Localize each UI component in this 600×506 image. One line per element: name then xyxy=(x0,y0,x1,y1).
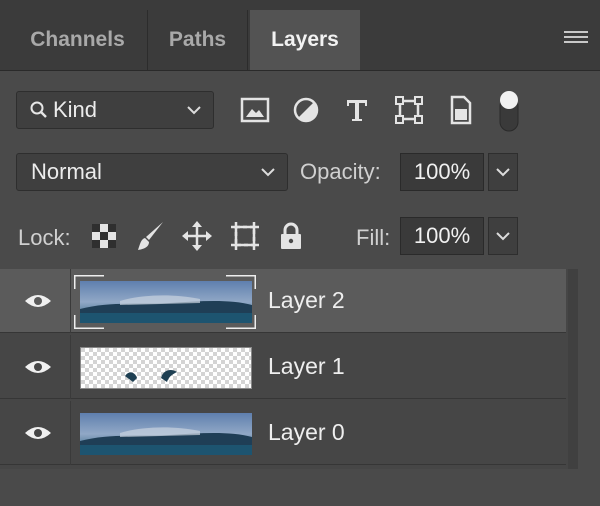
shape-filter-icon[interactable] xyxy=(392,93,426,127)
layers-panel: Kind Normal Opacity: 100% Lock: Fill: 10… xyxy=(0,71,600,506)
layers-scrollbar[interactable] xyxy=(568,269,578,469)
chevron-down-icon xyxy=(496,168,510,177)
row-divider xyxy=(70,269,71,333)
lock-transparent-pixels-icon[interactable] xyxy=(87,217,121,255)
search-icon xyxy=(30,101,47,118)
layer-thumbnail xyxy=(80,347,252,389)
lock-image-pixels-icon[interactable] xyxy=(134,217,168,255)
fill-slider-button[interactable] xyxy=(488,217,518,255)
layer-row[interactable]: Layer 0 xyxy=(0,401,566,465)
adjustment-filter-icon[interactable] xyxy=(289,93,323,127)
panel-menu-icon[interactable] xyxy=(564,31,588,49)
fill-label: Fill: xyxy=(356,225,391,250)
fill-input[interactable]: 100% xyxy=(400,217,484,255)
visibility-eye-icon[interactable] xyxy=(18,419,58,447)
blend-mode-label: Normal xyxy=(31,159,102,184)
layer-row[interactable]: Layer 2 xyxy=(0,269,566,333)
visibility-eye-icon[interactable] xyxy=(18,287,58,315)
chevron-down-icon xyxy=(187,106,201,115)
opacity-label: Opacity: xyxy=(300,159,381,184)
visibility-eye-icon[interactable] xyxy=(18,353,58,381)
image-filter-icon[interactable] xyxy=(238,93,272,127)
opacity-slider-button[interactable] xyxy=(488,153,518,191)
layers-list: Layer 2 Layer 1 Layer 0 xyxy=(0,269,568,469)
lock-label: Lock: xyxy=(18,225,71,250)
filter-toggle-switch[interactable] xyxy=(497,89,521,133)
layer-thumbnail xyxy=(80,413,252,455)
row-divider xyxy=(70,401,71,465)
type-filter-icon[interactable] xyxy=(340,93,374,127)
chevron-down-icon xyxy=(496,232,510,241)
lock-artboard-icon[interactable] xyxy=(228,217,262,255)
tab-paths[interactable]: Paths xyxy=(148,10,248,70)
lock-position-icon[interactable] xyxy=(180,217,214,255)
lock-all-icon[interactable] xyxy=(274,217,308,255)
tab-layers[interactable]: Layers xyxy=(250,10,360,70)
filter-kind-label: Kind xyxy=(53,97,98,122)
chevron-down-icon xyxy=(261,168,275,177)
blend-mode-dropdown[interactable]: Normal xyxy=(16,153,288,191)
layer-row[interactable]: Layer 1 xyxy=(0,335,566,399)
row-divider xyxy=(70,335,71,399)
layer-name[interactable]: Layer 1 xyxy=(268,353,345,380)
filter-kind-dropdown[interactable]: Kind xyxy=(16,91,214,129)
layer-thumbnail xyxy=(80,281,252,323)
opacity-input[interactable]: 100% xyxy=(400,153,484,191)
layer-name[interactable]: Layer 2 xyxy=(268,287,345,314)
smart-object-filter-icon[interactable] xyxy=(444,93,478,127)
panel-tab-bar: Channels Paths Layers xyxy=(0,0,600,71)
layer-name[interactable]: Layer 0 xyxy=(268,419,345,446)
tab-channels[interactable]: Channels xyxy=(8,10,148,70)
